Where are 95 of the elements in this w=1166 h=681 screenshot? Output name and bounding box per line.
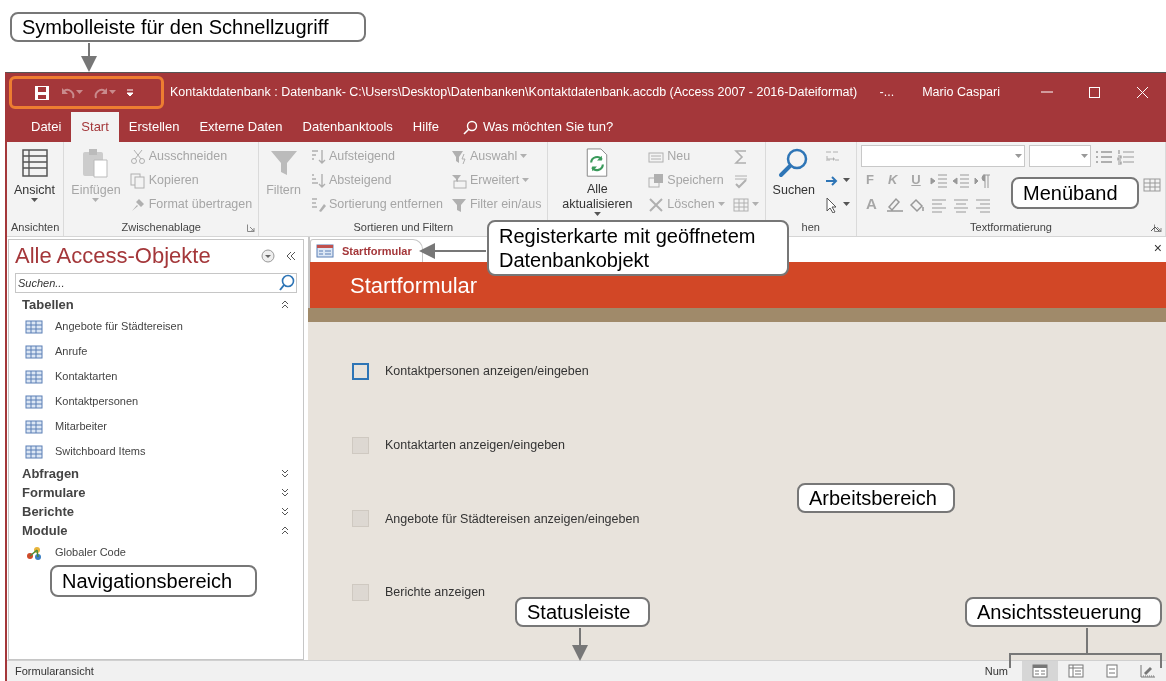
- callout-label: Arbeitsbereich: [797, 483, 955, 513]
- design-view-icon: [1140, 664, 1156, 678]
- ribbon-tab[interactable]: Hilfe: [402, 112, 449, 142]
- customize-button[interactable]: [124, 86, 136, 99]
- font-size-field[interactable]: [1029, 145, 1091, 167]
- ribbon-tab[interactable]: Start: [71, 112, 119, 142]
- maximize-icon: [1087, 86, 1101, 99]
- brush-icon: [129, 196, 146, 213]
- callout-label: Menüband: [1011, 177, 1139, 209]
- font-name-field[interactable]: [861, 145, 1025, 167]
- group-label: Ansichten: [11, 221, 60, 233]
- sort-descending-icon: [309, 172, 326, 189]
- nav-item[interactable]: Kontaktpersonen: [15, 389, 297, 414]
- nav-item[interactable]: Globaler Code: [15, 540, 297, 565]
- table-icon: [25, 369, 43, 384]
- dropdown-icon: [126, 88, 134, 97]
- scissors-icon: [129, 148, 146, 165]
- datasheet-view-icon: [1068, 664, 1084, 678]
- view-button[interactable]: [1022, 661, 1058, 681]
- user-name: Mario Caspari: [922, 84, 1000, 102]
- collapse-pane-icon[interactable]: [285, 250, 297, 261]
- dropdown-icon[interactable]: [261, 248, 275, 263]
- caret-icon: [109, 90, 116, 95]
- delete-icon: [648, 196, 665, 213]
- ribbon-tab[interactable]: Datei: [21, 112, 72, 142]
- callout-label: Navigationsbereich: [50, 565, 257, 597]
- tell-me-search[interactable]: Was möchten Sie tun?: [456, 112, 620, 142]
- caret-icon: [1015, 153, 1022, 159]
- dialog-launcher-icon[interactable]: [1154, 224, 1162, 232]
- nav-item[interactable]: Angebote für Städtereisen: [15, 314, 297, 339]
- spelling-check-icon: [732, 172, 749, 189]
- group-label: Textformatierung: [970, 221, 1052, 233]
- copy-icon: [129, 172, 146, 189]
- table-icon: [25, 419, 43, 434]
- group-header[interactable]: Abfragen: [15, 464, 297, 483]
- group-header[interactable]: Formulare: [15, 483, 297, 502]
- numbered-list-icon[interactable]: [1117, 147, 1135, 165]
- group-header[interactable]: Tabellen: [15, 295, 297, 314]
- caret-icon: [76, 90, 83, 95]
- pointer-arrow: [572, 627, 588, 661]
- table-icon: [25, 444, 43, 459]
- form-view-icon: [1032, 664, 1048, 678]
- pointer-arrow: [419, 243, 487, 259]
- nav-item[interactable]: Kontaktarten: [15, 364, 297, 389]
- nav-item[interactable]: Switchboard Items: [15, 439, 297, 464]
- sort-ascending-icon: [309, 148, 326, 165]
- table-icon: [25, 394, 43, 409]
- ribbon-button[interactable]: Suchen: [769, 145, 818, 219]
- status-text: Formularansicht: [15, 663, 94, 679]
- table-icon: [732, 196, 749, 213]
- ribbon-tab[interactable]: Erstellen: [118, 112, 190, 142]
- filter-icon: [450, 148, 467, 165]
- option-label: Kontaktpersonen anzeigen/eingeben: [385, 363, 589, 380]
- window-title: Kontaktdatenbank : Datenbank- C:\Users\Desktop\Datenbanken\Kontaktdatenbank.accdb (Access 2007 - 2016-Dateiformat): [170, 84, 859, 102]
- filter-icon: [450, 172, 467, 189]
- title-overflow: -...: [879, 84, 895, 102]
- close-button[interactable]: ×: [1149, 240, 1166, 259]
- table-icon: [25, 344, 43, 359]
- save-icon: [648, 172, 665, 189]
- group-label: Sortieren und Filtern: [353, 221, 454, 233]
- sum-icon: [732, 148, 749, 165]
- search-icon: [777, 147, 810, 179]
- close-icon: [1135, 86, 1149, 99]
- group-header[interactable]: Berichte: [15, 502, 297, 521]
- ribbon-tab[interactable]: Externe Daten: [189, 112, 293, 142]
- table-icon[interactable]: [1143, 175, 1161, 193]
- form-icon: [316, 244, 334, 258]
- group-label: hen: [801, 221, 820, 233]
- ribbon-button[interactable]: Alle aktualisieren: [552, 145, 643, 219]
- nav-item[interactable]: Mitarbeiter: [15, 414, 297, 439]
- num-lock-indicator: Num: [984, 663, 1008, 679]
- funnel-icon: [450, 196, 467, 213]
- search-icon: [462, 119, 478, 135]
- clear-sort-icon: [309, 196, 326, 213]
- option-button[interactable]: [352, 362, 369, 380]
- callout-label: Statusleiste: [515, 597, 650, 627]
- pointer-arrow: [81, 42, 97, 72]
- callout-label: Symbolleiste für den Schnellzugriff: [10, 12, 366, 42]
- document-tab[interactable]: Startformular: [310, 239, 423, 262]
- option-label: Angebote für Städtereisen anzeigen/eingeben: [385, 510, 640, 528]
- group-label: Zwischenablage: [121, 221, 201, 233]
- save-icon: [34, 84, 50, 101]
- layout-view-icon: [1104, 664, 1120, 678]
- ribbon-button[interactable]: Ansicht: [11, 145, 58, 219]
- pane-title: Alle Access-Objekte: [15, 242, 212, 269]
- option-label: Berichte anzeigen: [385, 584, 486, 602]
- dialog-launcher-icon[interactable]: [247, 224, 256, 232]
- caret-icon: [1081, 153, 1088, 159]
- callout-label: Ansichtssteuerung: [965, 597, 1162, 627]
- module-icon: [25, 544, 43, 561]
- option-label: Kontaktarten anzeigen/eingeben: [385, 436, 565, 454]
- ribbon-tab[interactable]: Datenbanktools: [292, 112, 403, 142]
- group-header[interactable]: Module: [15, 521, 297, 540]
- nav-item[interactable]: Anrufe: [15, 339, 297, 364]
- table-icon: [25, 319, 43, 334]
